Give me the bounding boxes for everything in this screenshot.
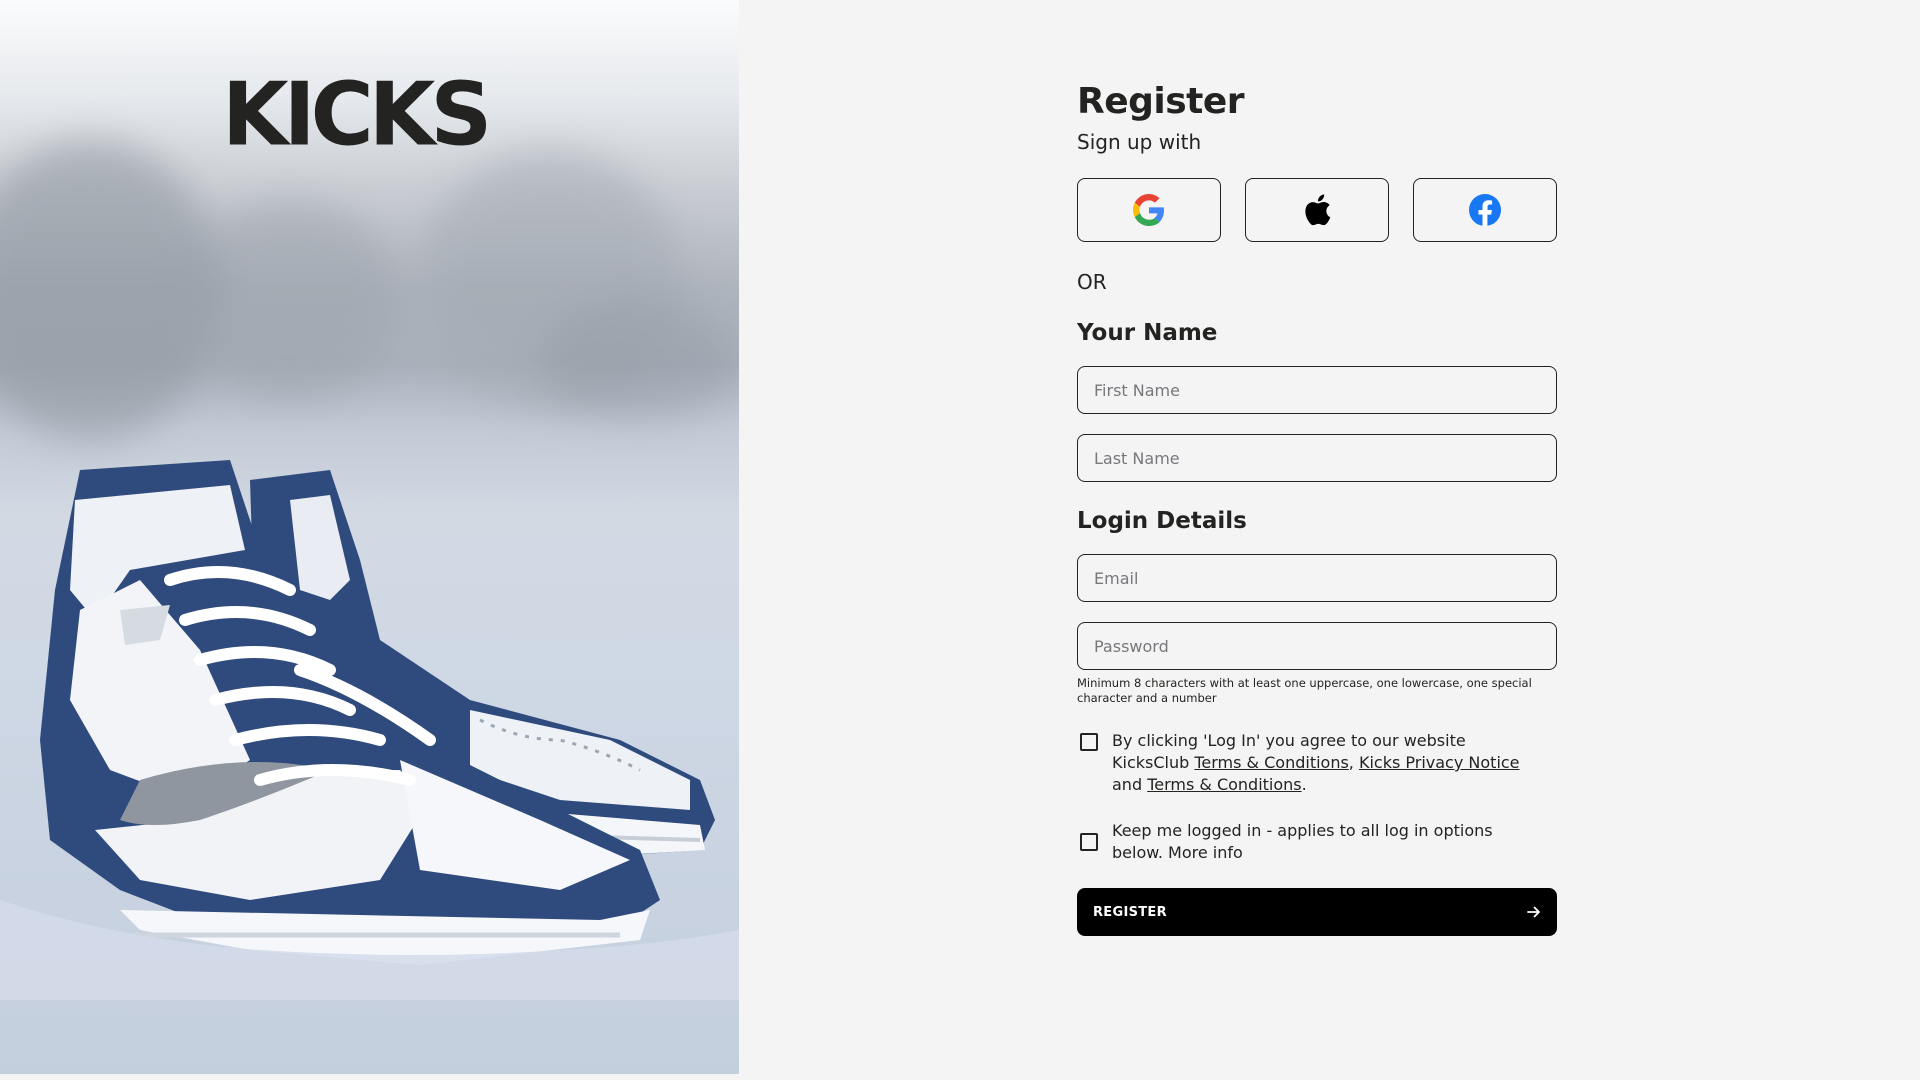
social-login-row (1077, 178, 1557, 242)
terms-suffix: . (1301, 775, 1307, 794)
email-input[interactable] (1077, 554, 1557, 602)
sneakers-illustration (0, 460, 739, 1000)
terms-link-2[interactable]: Terms & Conditions (1147, 775, 1301, 794)
background-blur (540, 300, 739, 420)
facebook-icon (1469, 194, 1501, 226)
background-blur (180, 200, 400, 400)
register-label: REGISTER (1093, 904, 1167, 920)
privacy-notice-link[interactable]: Kicks Privacy Notice (1359, 753, 1520, 772)
register-form: Register Sign up with OR Your Name First… (1077, 80, 1557, 936)
keep-logged-in-label: Keep me logged in - applies to all log i… (1112, 821, 1493, 862)
facebook-signup-button[interactable] (1413, 178, 1557, 242)
your-name-heading: Your Name (1077, 320, 1218, 346)
password-hint: Minimum 8 characters with at least one u… (1077, 676, 1532, 705)
terms-checkbox[interactable] (1080, 733, 1098, 751)
terms-link[interactable]: Terms & Conditions (1194, 753, 1348, 772)
last-name-input[interactable] (1077, 434, 1557, 482)
page-title: Register (1077, 81, 1245, 122)
password-input[interactable] (1077, 622, 1557, 670)
or-divider: OR (1077, 270, 1107, 294)
first-name-input[interactable] (1077, 366, 1557, 414)
apple-icon (1305, 194, 1331, 226)
arrow-right-icon (1527, 906, 1540, 918)
keep-logged-in-row: Keep me logged in - applies to all log i… (1077, 820, 1557, 864)
login-details-heading: Login Details (1077, 508, 1247, 534)
kicks-logo[interactable]: KICKS (222, 71, 492, 159)
terms-separator: and (1112, 775, 1148, 794)
terms-text: By clicking 'Log In' you agree to our we… (1112, 730, 1544, 796)
terms-separator: , (1348, 753, 1359, 772)
keep-logged-in-checkbox[interactable] (1080, 833, 1098, 851)
google-signup-button[interactable] (1077, 178, 1221, 242)
sign-up-with-label: Sign up with (1077, 130, 1202, 154)
hero-image: KICKS (0, 0, 739, 1074)
apple-signup-button[interactable] (1245, 178, 1389, 242)
register-button[interactable]: REGISTER (1077, 888, 1557, 936)
google-icon (1133, 194, 1164, 226)
terms-row: By clicking 'Log In' you agree to our we… (1077, 730, 1557, 796)
